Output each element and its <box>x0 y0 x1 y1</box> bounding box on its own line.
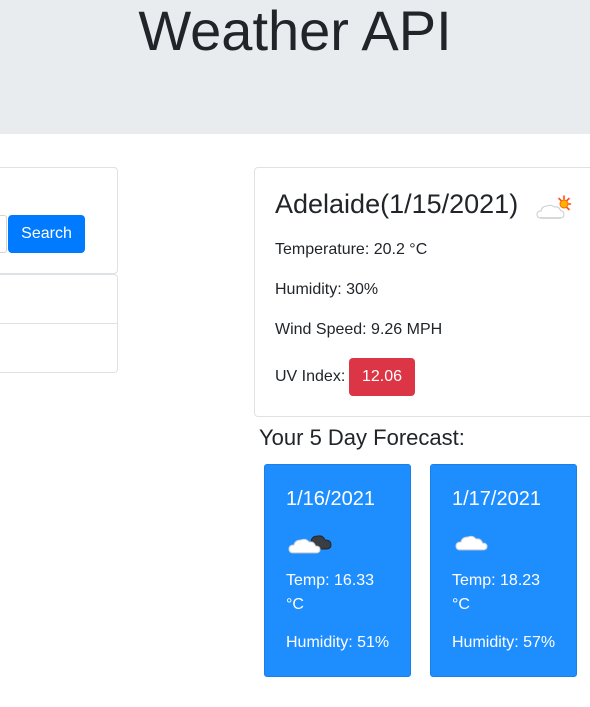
forecast-date: 1/17/2021 <box>452 488 541 510</box>
header-jumbotron: Weather API <box>0 0 590 134</box>
current-weather-card: Adelaide(1/15/2021) Temperature: 20.2 °C… <box>254 167 590 417</box>
cloud-dark-icon <box>287 527 333 557</box>
search-history-list <box>0 274 118 373</box>
search-button[interactable]: Search <box>8 215 85 253</box>
forecast-temp: Temp: 16.33 °C <box>286 572 375 613</box>
forecast-card: 1/17/2021 Temp: 18.23 °C Humidity: 57% <box>430 464 577 677</box>
city-search-input[interactable] <box>0 215 7 253</box>
forecast-card: 1/16/2021 Temp: 16.33 °C Humidity: 51% <box>264 464 411 677</box>
history-item[interactable] <box>0 324 117 373</box>
partly-sunny-cloud-icon <box>535 194 573 222</box>
forecast-heading: Your 5 Day Forecast: <box>259 425 465 450</box>
current-humidity: Humidity: 30% <box>275 281 379 298</box>
city-date-title: Adelaide(1/15/2021) <box>275 189 519 219</box>
page-title: Weather API <box>138 0 452 62</box>
forecast-humidity: Humidity: 51% <box>286 634 390 651</box>
uv-index-label: UV Index: <box>275 368 346 385</box>
forecast-temp: Temp: 18.23 °C <box>452 572 541 613</box>
history-item[interactable] <box>0 275 117 324</box>
current-wind-speed: Wind Speed: 9.26 MPH <box>275 321 443 338</box>
current-temperature: Temperature: 20.2 °C <box>275 241 428 258</box>
cloud-icon <box>453 527 499 557</box>
forecast-date: 1/16/2021 <box>286 488 375 510</box>
uv-index-badge: 12.06 <box>349 358 415 396</box>
forecast-humidity: Humidity: 57% <box>452 634 556 651</box>
